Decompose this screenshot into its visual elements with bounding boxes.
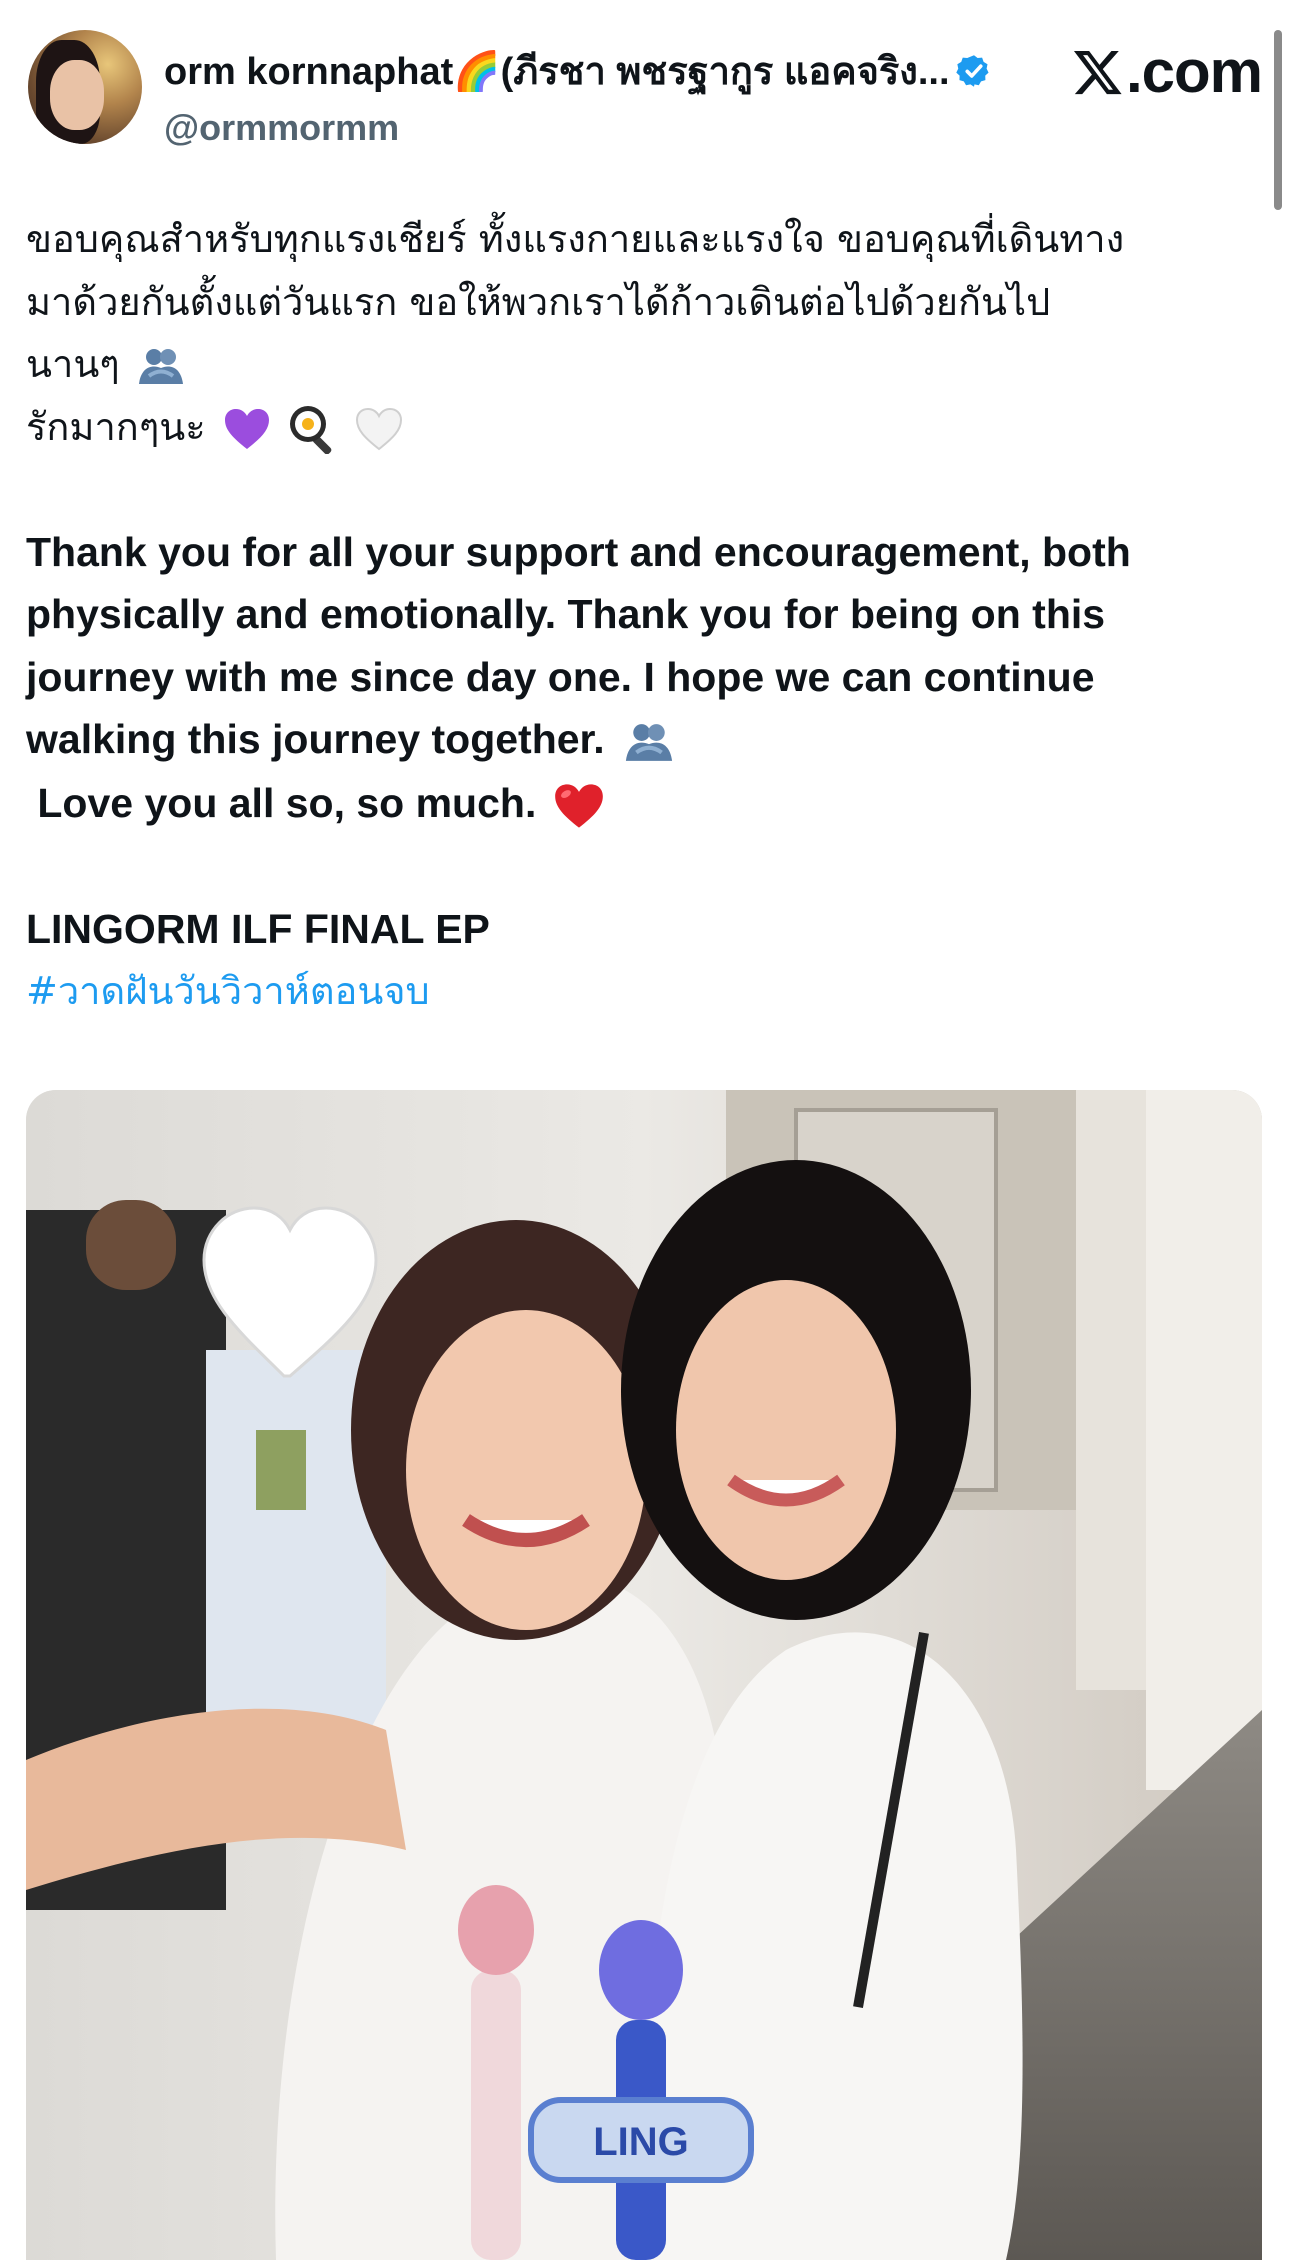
avatar[interactable] — [28, 30, 142, 144]
attached-photo[interactable]: LING — [26, 1090, 1262, 2260]
verified-badge-icon — [955, 54, 989, 87]
post-header: orm kornnaphat🌈(ภีรชา พชรฐากูร แอคจริง..… — [28, 30, 1263, 150]
red-heart-icon — [555, 784, 604, 828]
white-heart-icon — [355, 407, 402, 451]
thai-line-3: นานๆ — [26, 342, 120, 386]
english-line-5-row: Love you all so, so much. — [26, 772, 1262, 836]
thai-line-4: รักมากๆนะ — [26, 404, 206, 449]
english-line-4: walking this journey together. — [26, 716, 605, 762]
people-hugging-icon — [138, 349, 183, 385]
brand-text: .com — [1125, 38, 1263, 105]
tweet-text: ขอบคุณสำหรับทุกแรงเชียร์ ทั้งแรงกายและแร… — [26, 208, 1262, 1023]
scrollbar[interactable] — [1274, 30, 1282, 210]
english-line-3: journey with me since day one. I hope we… — [26, 653, 1095, 700]
author-info[interactable]: orm kornnaphat🌈(ภีรชา พชรฐากูร แอคจริง..… — [164, 40, 1044, 149]
thai-line-4-row: รักมากๆนะ — [26, 396, 1262, 459]
title-line: LINGORM ILF FINAL EP — [26, 905, 490, 952]
handle[interactable]: @ormmormm — [164, 107, 1044, 149]
avatar-face — [50, 60, 104, 130]
hashtag-link[interactable]: #วาดฝันวันวิวาห์ตอนจบ — [26, 960, 1262, 1023]
brand-mark: .com — [1072, 38, 1263, 105]
english-line-1: Thank you for all your support and encou… — [26, 528, 1131, 575]
thai-line-1: ขอบคุณสำหรับทุกแรงเชียร์ ทั้งแรงกายและแร… — [26, 217, 1125, 261]
purple-heart-icon — [224, 408, 269, 449]
x-logo-icon — [1073, 50, 1122, 95]
display-name-row: orm kornnaphat🌈(ภีรชา พชรฐากูร แอคจริง..… — [164, 40, 1044, 101]
cooking-egg-icon — [289, 405, 332, 454]
people-hugging-icon — [625, 724, 672, 762]
thai-line-3-row: นานๆ — [26, 333, 1262, 396]
display-name[interactable]: orm kornnaphat🌈(ภีรชา พชรฐากูร แอคจริง..… — [164, 40, 950, 101]
mic-flag-text: LING — [593, 2120, 689, 2164]
english-line-5: Love you all so, so much. — [26, 779, 537, 826]
selfie-photo-icon: LING — [26, 1090, 1262, 2260]
thai-line-2: มาด้วยกันตั้งแต่วันแรก ขอให้พวกเราได้ก้า… — [26, 279, 1051, 324]
english-line-4-row: walking this journey together. — [26, 708, 1262, 772]
english-line-2: physically and emotionally. Thank you fo… — [26, 591, 1106, 637]
